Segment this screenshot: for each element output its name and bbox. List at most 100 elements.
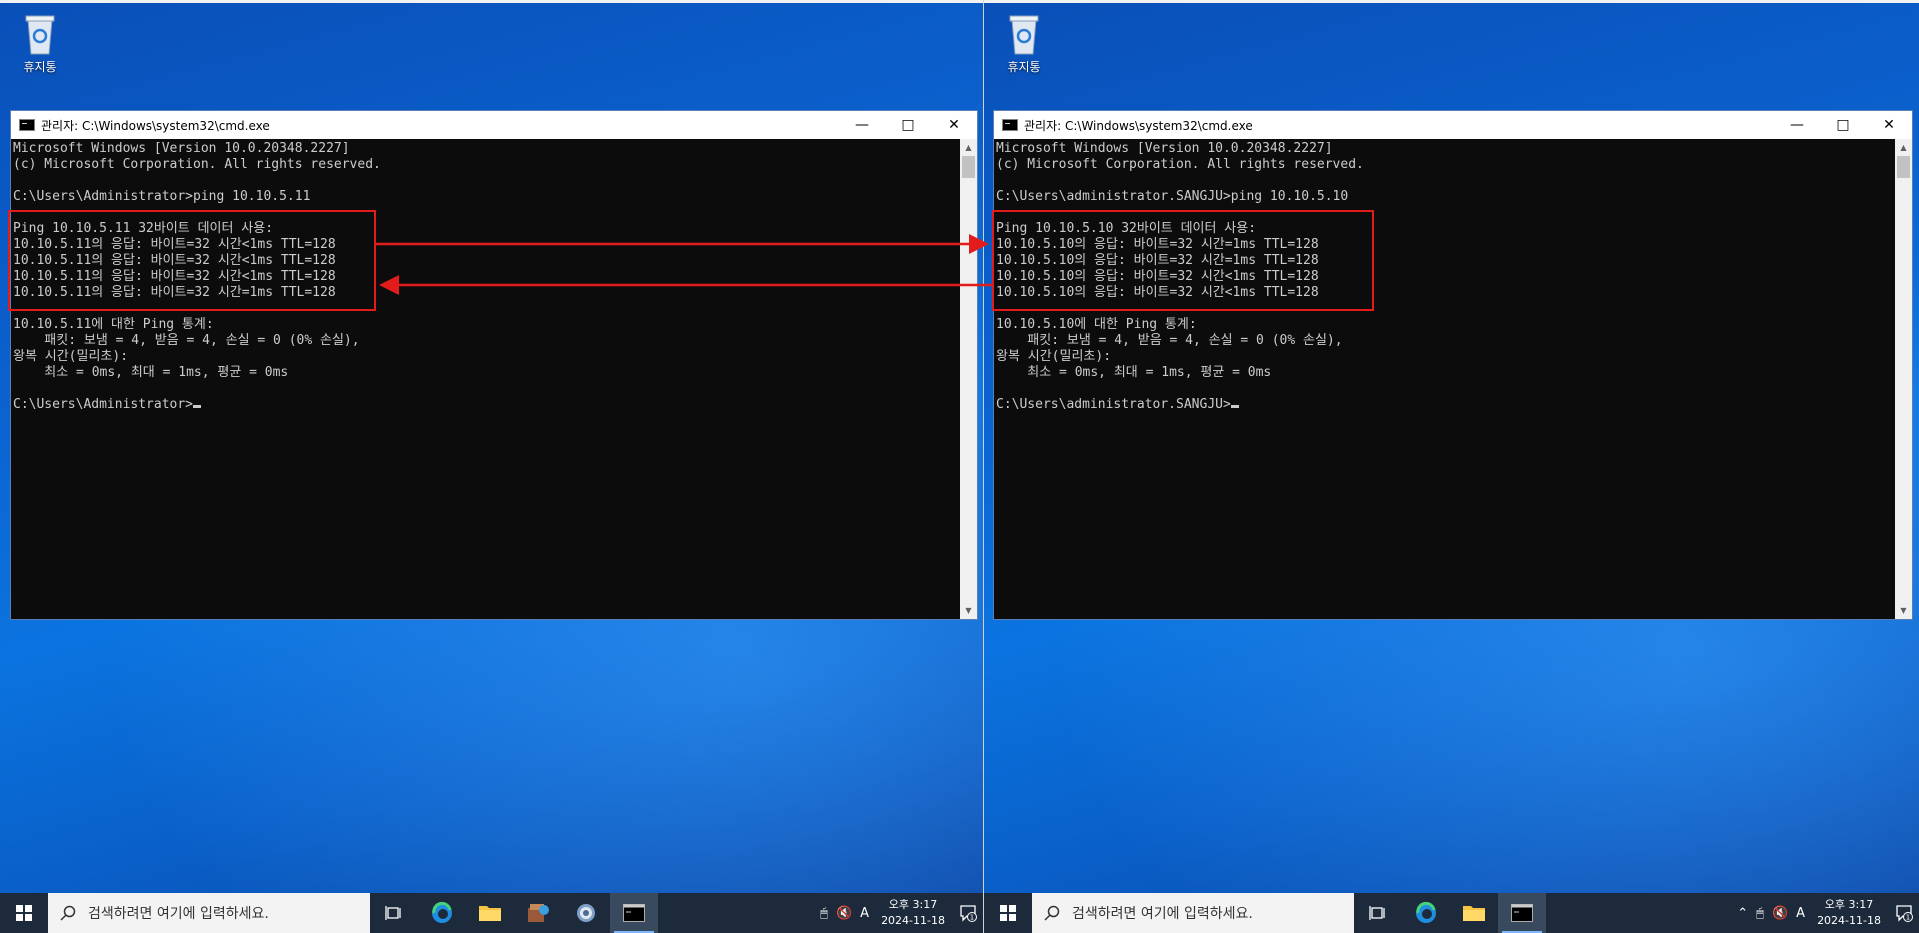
folder-icon <box>1463 906 1485 921</box>
console-line-text: (c) Microsoft Corporation. All rights re… <box>996 157 1364 172</box>
title-bar[interactable]: 관리자: C:\Windows\system32\cmd.exe — □ ✕ <box>11 111 977 139</box>
start-button[interactable] <box>984 893 1032 933</box>
search-placeholder: 검색하려면 여기에 입력하세요. <box>1072 906 1253 922</box>
scroll-down-icon[interactable]: ▼ <box>1895 602 1912 619</box>
cmd-icon <box>19 119 35 131</box>
settings-button[interactable] <box>562 893 610 933</box>
text-cursor <box>1230 405 1239 408</box>
console-line: (c) Microsoft Corporation. All rights re… <box>13 157 960 173</box>
scroll-up-icon[interactable]: ▲ <box>960 139 977 156</box>
console-line-text: 패킷: 보냄 = 4, 받음 = 4, 손실 = 0 (0% 손실), <box>996 333 1343 348</box>
cmd-icon <box>1511 904 1533 922</box>
console-line: Microsoft Windows [Version 10.0.20348.22… <box>996 141 1895 157</box>
cmd-icon <box>623 904 645 922</box>
notification-count: 1 <box>970 914 974 922</box>
close-button[interactable]: ✕ <box>931 111 977 139</box>
recycle-bin-label: 휴지통 <box>23 60 57 74</box>
notification-button[interactable]: 1 <box>953 893 983 933</box>
desktop-left: 휴지통 관리자: C:\Windows\system32\cmd.exe — □… <box>0 0 983 933</box>
edge-button[interactable] <box>1402 893 1450 933</box>
console-line: C:\Users\Administrator> <box>13 397 960 413</box>
recycle-bin-label: 휴지통 <box>1007 60 1041 74</box>
input-indicator[interactable]: A <box>860 906 869 921</box>
task-view-icon <box>385 906 401 920</box>
clock-time: 오후 3:17 <box>888 898 938 911</box>
scroll-up-icon[interactable]: ▲ <box>1895 139 1912 156</box>
console-line: 최소 = 0ms, 최대 = 1ms, 평균 = 0ms <box>996 365 1895 381</box>
vertical-scrollbar[interactable]: ▲ ▼ <box>960 139 977 619</box>
notification-button[interactable]: 1 <box>1889 893 1919 933</box>
console-line-text: Microsoft Windows [Version 10.0.20348.22… <box>13 141 350 156</box>
cmd-window-left[interactable]: 관리자: C:\Windows\system32\cmd.exe — □ ✕ M… <box>10 110 978 620</box>
highlight-box-right <box>992 210 1374 311</box>
search-box[interactable]: 검색하려면 여기에 입력하세요. <box>48 893 370 933</box>
task-view-icon <box>1369 906 1385 920</box>
task-view-button[interactable] <box>1354 893 1402 933</box>
volume-muted-icon[interactable]: 🔇 <box>836 906 852 921</box>
cmd-taskbar-button[interactable] <box>1498 893 1546 933</box>
system-tray: 🖱 🔇 A 오후 3:17 2024-11-18 1 <box>816 893 983 933</box>
task-view-button[interactable] <box>370 893 418 933</box>
console-line: C:\Users\administrator.SANGJU>ping 10.10… <box>996 189 1895 205</box>
console-line-text: 10.10.5.11에 대한 Ping 통계: <box>13 317 214 332</box>
cmd-taskbar-button[interactable] <box>610 893 658 933</box>
close-button[interactable]: ✕ <box>1866 111 1912 139</box>
start-button[interactable] <box>0 893 48 933</box>
folder-icon <box>479 906 501 921</box>
console-line-text: 왕복 시간(밀리초): <box>13 349 129 364</box>
window-title: 관리자: C:\Windows\system32\cmd.exe <box>1024 118 1253 133</box>
console-line-text: C:\Users\administrator.SANGJU>ping 10.10… <box>996 189 1349 204</box>
console-line: 패킷: 보냄 = 4, 받음 = 4, 손실 = 0 (0% 손실), <box>996 333 1895 349</box>
scroll-thumb[interactable] <box>1897 156 1910 178</box>
scroll-down-icon[interactable]: ▼ <box>960 602 977 619</box>
console-line: 왕복 시간(밀리초): <box>13 349 960 365</box>
search-icon <box>60 905 76 921</box>
system-tray: ⌃ 🖱 🔇 A 오후 3:17 2024-11-18 1 <box>1733 893 1919 933</box>
desktop-right: 휴지통 관리자: C:\Windows\system32\cmd.exe — □… <box>984 0 1919 933</box>
volume-muted-icon[interactable]: 🔇 <box>1772 906 1788 921</box>
cmd-icon <box>1002 119 1018 131</box>
input-indicator[interactable]: A <box>1796 906 1805 921</box>
search-icon <box>1044 905 1060 921</box>
search-placeholder: 검색하려면 여기에 입력하세요. <box>88 906 269 922</box>
top-edge <box>984 0 1919 3</box>
search-box[interactable]: 검색하려면 여기에 입력하세요. <box>1032 893 1354 933</box>
network-icon[interactable]: 🖱 <box>1756 906 1764 921</box>
notification-icon: 1 <box>1896 905 1913 922</box>
clock[interactable]: 오후 3:17 2024-11-18 <box>1817 897 1881 929</box>
console-line: C:\Users\Administrator>ping 10.10.5.11 <box>13 189 960 205</box>
edge-button[interactable] <box>418 893 466 933</box>
cmd-window-right[interactable]: 관리자: C:\Windows\system32\cmd.exe — □ ✕ M… <box>993 110 1913 620</box>
console-line-text: 최소 = 0ms, 최대 = 1ms, 평균 = 0ms <box>996 365 1272 380</box>
console-line: 최소 = 0ms, 최대 = 1ms, 평균 = 0ms <box>13 365 960 381</box>
network-icon[interactable]: 🖱 <box>820 906 828 921</box>
vertical-scrollbar[interactable]: ▲ ▼ <box>1895 139 1912 619</box>
console-line: (c) Microsoft Corporation. All rights re… <box>996 157 1895 173</box>
server-manager-icon <box>528 904 549 922</box>
console-line: 패킷: 보냄 = 4, 받음 = 4, 손실 = 0 (0% 손실), <box>13 333 960 349</box>
maximize-button[interactable]: □ <box>1820 111 1866 139</box>
gear-icon <box>577 904 595 922</box>
server-manager-button[interactable] <box>514 893 562 933</box>
recycle-bin-icon <box>22 12 58 56</box>
console-line: 왕복 시간(밀리초): <box>996 349 1895 365</box>
highlight-box-left <box>8 210 376 311</box>
recycle-bin[interactable]: 휴지통 <box>994 12 1054 82</box>
minimize-button[interactable]: — <box>839 111 885 139</box>
file-explorer-button[interactable] <box>1450 893 1498 933</box>
maximize-button[interactable]: □ <box>885 111 931 139</box>
console-line-text: Microsoft Windows [Version 10.0.20348.22… <box>996 141 1333 156</box>
console-line-text: 최소 = 0ms, 최대 = 1ms, 평균 = 0ms <box>13 365 289 380</box>
clock-time: 오후 3:17 <box>1824 898 1874 911</box>
notification-count: 1 <box>1906 914 1910 922</box>
edge-icon <box>1416 901 1436 923</box>
title-bar[interactable]: 관리자: C:\Windows\system32\cmd.exe — □ ✕ <box>994 111 1912 139</box>
scroll-thumb[interactable] <box>962 156 975 178</box>
chevron-up-icon[interactable]: ⌃ <box>1737 906 1748 921</box>
clock[interactable]: 오후 3:17 2024-11-18 <box>881 897 945 929</box>
recycle-bin[interactable]: 휴지통 <box>10 12 70 82</box>
minimize-button[interactable]: — <box>1774 111 1820 139</box>
file-explorer-button[interactable] <box>466 893 514 933</box>
